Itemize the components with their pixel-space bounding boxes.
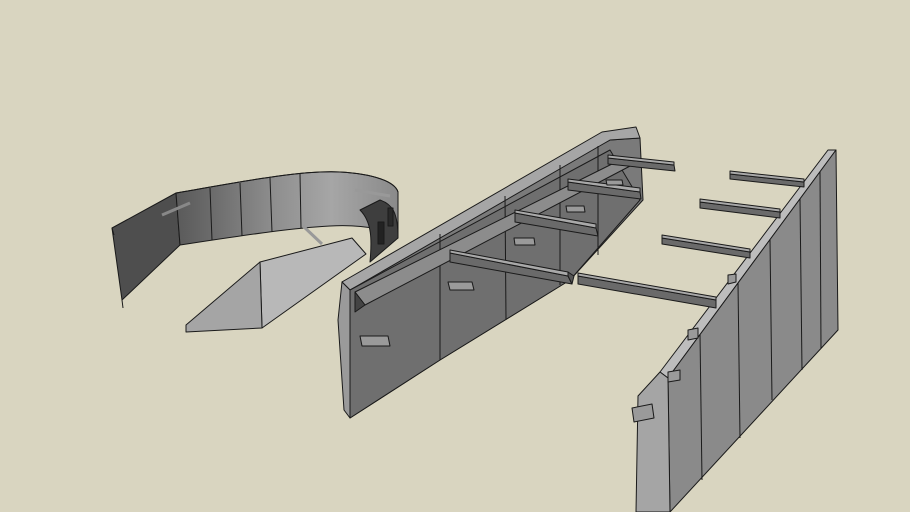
side-panel-end-face (635, 371, 671, 512)
hull-block-3 (513, 237, 536, 246)
side-beam-4 (729, 170, 805, 188)
side-beam-1 (577, 272, 717, 309)
hull-block-1 (359, 335, 391, 347)
model-canvas (111, 126, 839, 512)
curved-wall-end-panel (111, 192, 181, 301)
hull-block-4 (565, 205, 586, 213)
side-beam-3 (699, 198, 781, 219)
hull-end-cap (337, 281, 351, 419)
hull-block-5 (605, 179, 624, 186)
hull-block-2 (447, 281, 475, 291)
curved-wall-skirt-floor (185, 261, 263, 333)
side-beam-2 (661, 234, 751, 259)
boat-hull-formwork[interactable] (337, 126, 676, 419)
3d-model-viewport[interactable] (0, 0, 910, 512)
side-stub-4 (727, 273, 737, 285)
side-stub-2 (667, 369, 681, 383)
side-stub-3 (687, 327, 699, 341)
